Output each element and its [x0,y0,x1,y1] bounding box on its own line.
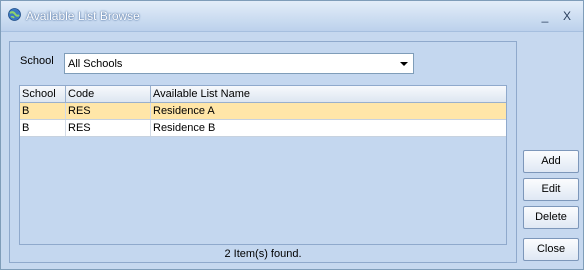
cell-name: Residence B [153,122,216,134]
close-window-button[interactable]: X [560,9,574,23]
available-list-grid[interactable]: School Code Available List Name B RES Re… [19,85,507,245]
minimize-button[interactable]: _ [538,9,552,23]
cell-code: RES [66,103,151,119]
column-header-name[interactable]: Available List Name [151,86,506,102]
cell-code: RES [66,120,151,136]
chevron-down-icon[interactable] [395,54,413,73]
cell-name: Residence A [153,105,215,117]
app-globe-icon [8,8,21,21]
table-row[interactable]: B RES Residence A [20,103,506,120]
school-select-value: All Schools [68,58,123,70]
edit-button[interactable]: Edit [523,178,579,201]
status-text: 2 Item(s) found. [224,248,302,260]
delete-button[interactable]: Delete [523,206,579,229]
close-button[interactable]: Close [523,238,579,261]
school-select[interactable]: All Schools [64,53,414,74]
window-title: Available List Browse [26,9,140,23]
column-header-code[interactable]: Code [66,86,151,102]
cell-school: B [20,120,66,136]
title-bar[interactable]: Available List Browse _ X [1,1,583,32]
school-filter-label: School [20,55,54,67]
grid-header: School Code Available List Name [20,86,506,103]
add-button[interactable]: Add [523,150,579,173]
column-header-school[interactable]: School [20,86,66,102]
cell-school: B [20,103,66,119]
table-row[interactable]: B RES Residence B [20,120,506,137]
browse-window: Available List Browse _ X School All Sch… [0,0,584,270]
main-panel: School All Schools School Code Available… [9,41,517,263]
